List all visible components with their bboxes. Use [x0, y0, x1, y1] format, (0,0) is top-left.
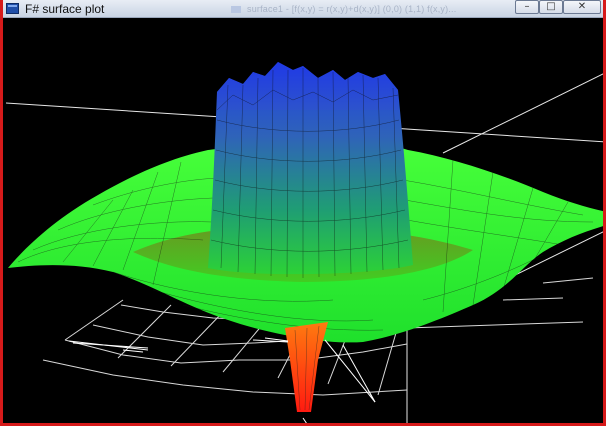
- surface-plot-canvas[interactable]: [3, 18, 603, 423]
- window-title: F# surface plot: [25, 2, 105, 16]
- maximize-button[interactable]: □: [539, 0, 563, 14]
- close-button[interactable]: ✕: [563, 0, 601, 14]
- title-bar[interactable]: F# surface plot surface1 - [f(x,y) = r(x…: [3, 0, 603, 18]
- minimize-button[interactable]: –: [515, 0, 539, 14]
- app-icon[interactable]: [6, 3, 19, 14]
- plot-window: F# surface plot surface1 - [f(x,y) = r(x…: [0, 0, 606, 426]
- background-window-title: surface1 - [f(x,y) = r(x,y)+d(x,y)] (0,0…: [231, 3, 456, 15]
- center-pillar: [208, 62, 413, 278]
